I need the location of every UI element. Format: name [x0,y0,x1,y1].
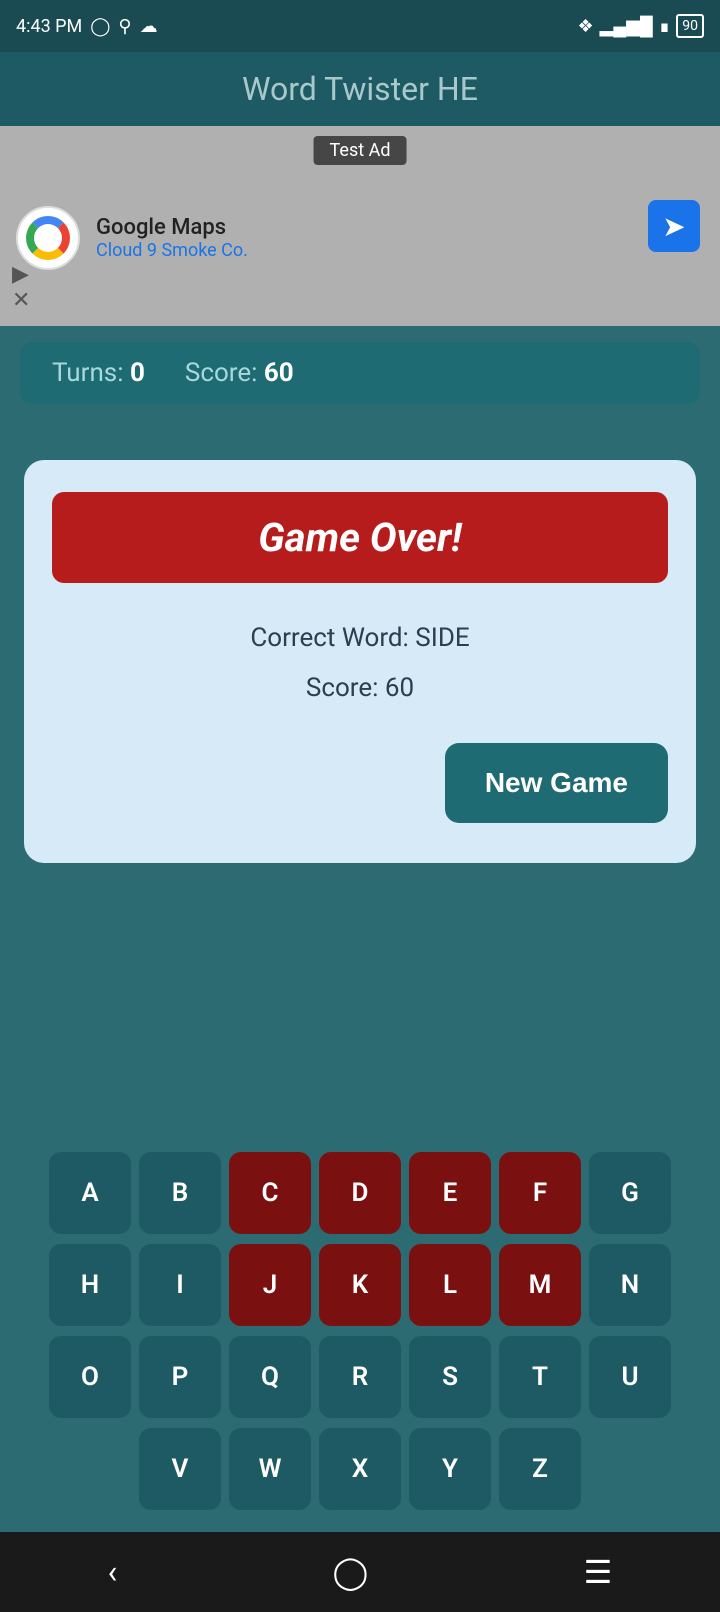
cloud-icon: ☁ [140,16,158,37]
google-logo [16,206,80,270]
turns-label: Turns: [52,358,124,388]
bottom-nav: ‹ ◯ ☰ [0,1532,720,1612]
key-h[interactable]: H [49,1244,131,1326]
wifi-icon: ∎ [659,16,670,37]
key-j[interactable]: J [229,1244,311,1326]
time-display: 4:43 PM [16,16,82,37]
battery-value: 90 [682,18,698,34]
key-y[interactable]: Y [409,1428,491,1510]
status-right: ❖ ▂▄▆█ ∎ 90 [577,14,704,38]
key-l[interactable]: L [409,1244,491,1326]
game-over-text: Game Over! [258,514,461,561]
key-u[interactable]: U [589,1336,671,1418]
ad-text: Google Maps Cloud 9 Smoke Co. [96,215,248,261]
key-f[interactable]: F [499,1152,581,1234]
key-v[interactable]: V [139,1428,221,1510]
ad-label: Test Ad [314,136,407,165]
keyboard: ABCDEFG HIJKLMN OPQRSTU VWXYZ [0,1140,720,1532]
correct-word-display: Correct Word: SIDE [52,623,668,653]
key-w[interactable]: W [229,1428,311,1510]
key-g[interactable]: G [589,1152,671,1234]
game-over-banner: Game Over! [52,492,668,583]
status-bar: 4:43 PM ◯ ⚲ ☁ ❖ ▂▄▆█ ∎ 90 [0,0,720,52]
keyboard-row-3: VWXYZ [8,1428,712,1510]
ad-company-name: Google Maps [96,215,248,240]
app-title-bar: Word Twister HE [0,52,720,126]
google-ring-icon [26,216,70,260]
new-game-button[interactable]: New Game [445,743,668,823]
score-display: Score: 60 [185,358,294,388]
keyboard-row-0: ABCDEFG [8,1152,712,1234]
usb-icon: ⚲ [118,16,131,37]
key-n[interactable]: N [589,1244,671,1326]
dialog-info: Correct Word: SIDE Score: 60 [52,623,668,703]
key-s[interactable]: S [409,1336,491,1418]
score-bar: Turns: 0 Score: 60 [20,342,700,404]
game-over-dialog: Game Over! Correct Word: SIDE Score: 60 … [24,460,696,863]
key-z[interactable]: Z [499,1428,581,1510]
ad-x-icon[interactable]: ✕ [12,290,30,312]
app-title: Word Twister HE [0,70,720,108]
back-button[interactable]: ‹ [108,1553,118,1591]
status-left: 4:43 PM ◯ ⚲ ☁ [16,16,158,37]
signal-icon: ▂▄▆█ [600,16,653,37]
key-m[interactable]: M [499,1244,581,1326]
ad-company-subtitle: Cloud 9 Smoke Co. [96,240,248,261]
key-t[interactable]: T [499,1336,581,1418]
key-d[interactable]: D [319,1152,401,1234]
battery-indicator: 90 [676,14,704,38]
home-button[interactable]: ◯ [333,1553,369,1591]
score-label: Score: [185,358,258,388]
key-p[interactable]: P [139,1336,221,1418]
ad-play-icon: ▶ [12,264,30,286]
key-i[interactable]: I [139,1244,221,1326]
whatsapp-icon: ◯ [90,16,110,37]
turns-display: Turns: 0 [52,358,145,388]
dialog-score-display: Score: 60 [52,673,668,703]
keyboard-row-2: OPQRSTU [8,1336,712,1418]
ad-close-icons: ▶ ✕ [12,264,30,312]
key-r[interactable]: R [319,1336,401,1418]
key-q[interactable]: Q [229,1336,311,1418]
key-c[interactable]: C [229,1152,311,1234]
score-value: 60 [264,358,294,388]
key-o[interactable]: O [49,1336,131,1418]
menu-button[interactable]: ☰ [584,1553,613,1591]
key-a[interactable]: A [49,1152,131,1234]
vibrate-icon: ❖ [577,16,593,37]
key-k[interactable]: K [319,1244,401,1326]
key-b[interactable]: B [139,1152,221,1234]
keyboard-row-1: HIJKLMN [8,1244,712,1326]
ad-banner[interactable]: Test Ad Google Maps Cloud 9 Smoke Co. ➤ … [0,126,720,326]
ad-navigate-icon[interactable]: ➤ [648,200,700,252]
turns-value: 0 [130,358,145,388]
key-e[interactable]: E [409,1152,491,1234]
key-x[interactable]: X [319,1428,401,1510]
